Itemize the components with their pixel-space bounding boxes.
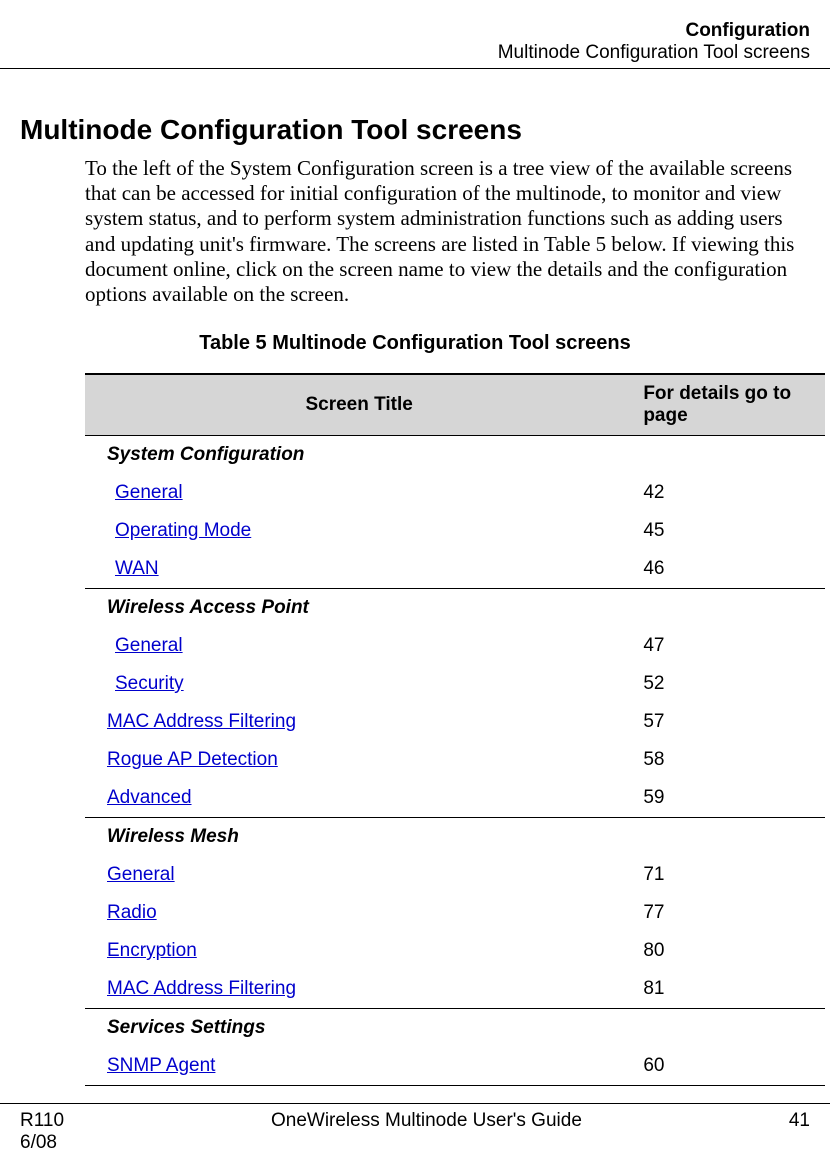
th-screen-title: Screen Title: [85, 374, 633, 436]
screen-link[interactable]: General: [107, 864, 175, 885]
intro-paragraph: To the left of the System Configuration …: [85, 156, 810, 307]
screen-link[interactable]: Operating Mode: [115, 520, 251, 541]
page-number: 47: [633, 627, 825, 665]
screen-link[interactable]: Radio: [107, 902, 157, 923]
screen-link[interactable]: Security: [115, 673, 184, 694]
screen-link[interactable]: Advanced: [107, 787, 192, 808]
screen-link[interactable]: General: [115, 635, 183, 656]
category-label: Services Settings: [85, 1009, 825, 1048]
document-page: Configuration Multinode Configuration To…: [0, 0, 830, 1174]
page-number: 57: [633, 703, 825, 741]
footer-page-number: 41: [789, 1110, 810, 1154]
running-header-title: Configuration: [20, 20, 810, 42]
page-number: 71: [633, 856, 825, 894]
page-number: 58: [633, 741, 825, 779]
screen-link[interactable]: MAC Address Filtering: [107, 711, 296, 732]
category-label: Wireless Mesh: [85, 818, 825, 857]
page-number: 60: [633, 1047, 825, 1086]
footer-revision: R110: [20, 1110, 64, 1131]
category-label: System Configuration: [85, 436, 825, 475]
page-content: Multinode Configuration Tool screens To …: [0, 114, 830, 1086]
page-number: 46: [633, 550, 825, 589]
page-footer: R110 6/08 OneWireless Multinode User's G…: [0, 1103, 830, 1154]
screen-link[interactable]: General: [115, 482, 183, 503]
screen-link[interactable]: SNMP Agent: [107, 1055, 215, 1076]
category-label: Wireless Access Point: [85, 589, 825, 628]
page-number: 59: [633, 779, 825, 818]
footer-center: OneWireless Multinode User's Guide: [64, 1110, 789, 1154]
footer-left: R110 6/08: [20, 1110, 64, 1154]
screens-table: Screen Title For details go to page Syst…: [85, 373, 825, 1086]
page-number: 45: [633, 512, 825, 550]
page-number: 80: [633, 932, 825, 970]
page-number: 42: [633, 474, 825, 512]
running-header: Configuration Multinode Configuration To…: [0, 20, 830, 69]
footer-date: 6/08: [20, 1132, 57, 1153]
running-header-subtitle: Multinode Configuration Tool screens: [20, 42, 810, 64]
table-caption: Table 5 Multinode Configuration Tool scr…: [20, 332, 810, 355]
screen-link[interactable]: MAC Address Filtering: [107, 978, 296, 999]
screen-link[interactable]: Encryption: [107, 940, 197, 961]
page-number: 81: [633, 970, 825, 1009]
page-number: 77: [633, 894, 825, 932]
th-page: For details go to page: [633, 374, 825, 436]
page-number: 52: [633, 665, 825, 703]
screen-link[interactable]: WAN: [115, 558, 159, 579]
screen-link[interactable]: Rogue AP Detection: [107, 749, 278, 770]
section-heading: Multinode Configuration Tool screens: [20, 114, 810, 146]
